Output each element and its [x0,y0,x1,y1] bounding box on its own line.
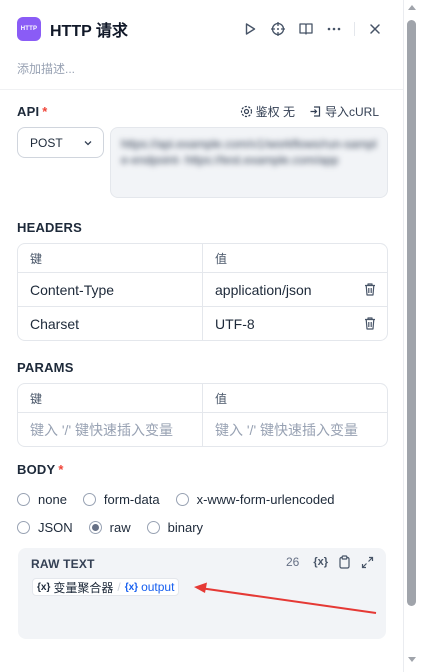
radio-label: raw [109,520,131,535]
more-icon[interactable] [320,15,348,43]
param-key-input[interactable]: 键入 '/' 键快速插入变量 [18,413,203,446]
clipboard-icon[interactable] [338,555,351,569]
api-section-label: API * [17,104,48,119]
radio-label: binary [167,520,204,535]
import-icon [310,106,321,117]
radio-form-data[interactable]: form-data [82,492,160,507]
scroll-down-arrow[interactable] [408,657,416,662]
url-value: https://api.example.com/v1/workflows/run… [121,137,377,167]
header-divider [0,89,403,90]
play-icon[interactable] [236,15,264,43]
radio-binary[interactable]: binary [146,520,204,535]
radio-json[interactable]: JSON [17,520,73,535]
variable-separator: / [117,580,121,594]
radio-x-www-form-urlencoded[interactable]: x-www-form-urlencoded [175,492,335,507]
method-select[interactable]: POST [17,127,104,158]
trash-icon[interactable] [363,282,377,297]
header-value-text: UTF-8 [215,315,255,332]
gear-icon [240,105,252,118]
http-app-icon: HTTP [17,17,41,41]
radio-circle [175,493,189,506]
key-column-header: 键 [18,384,203,412]
table-row: Charset UTF-8 [18,306,387,340]
radio-circle [17,493,30,506]
body-label: BODY [17,462,56,477]
node-config-panel: HTTP HTTP 请求 添加描述... API * 鉴权 无 导入cURL P… [0,0,404,672]
auth-label: 鉴权 无 [255,105,295,119]
header-value-cell[interactable]: UTF-8 [203,307,387,340]
body-section-label: BODY * [17,462,64,477]
auth-button[interactable]: 鉴权 无 [240,103,295,120]
variable-tag[interactable]: {x} 变量聚合器 / {x} output [32,578,180,596]
table-row: 键入 '/' 键快速插入变量 键入 '/' 键快速插入变量 [18,412,387,446]
description-input[interactable]: 添加描述... [17,60,75,77]
variable-output-icon: {x} [124,581,139,593]
variable-node-name: 变量聚合器 [53,580,114,595]
scroll-up-arrow[interactable] [408,5,416,10]
table-header-row: 键 值 [18,384,387,412]
import-curl-label: 导入cURL [324,105,379,119]
header-key-cell[interactable]: Content-Type [18,273,203,306]
body-type-row-2: JSON raw binary [17,520,219,535]
radio-label: form-data [103,492,160,507]
radio-circle [17,521,30,534]
header-value-cell[interactable]: application/json [203,273,387,306]
radio-label: none [38,492,67,507]
import-curl-button[interactable]: 导入cURL [309,103,379,120]
body-type-row-1: none form-data x-www-form-urlencoded [17,492,351,507]
radio-raw[interactable]: raw [88,520,131,535]
required-mark: * [42,104,48,119]
raw-text-title: RAW TEXT [31,557,95,571]
close-icon[interactable] [361,15,389,43]
book-icon[interactable] [292,15,320,43]
panel-header: HTTP HTTP 请求 [17,15,389,43]
radio-label: x-www-form-urlencoded [196,492,335,507]
trash-icon[interactable] [363,316,377,331]
key-column-header: 键 [18,244,203,272]
table-header-row: 键 值 [18,244,387,272]
radio-none[interactable]: none [17,492,67,507]
value-column-header: 值 [215,391,228,406]
scrollbar-thumb[interactable] [407,20,416,606]
char-count: 26 [285,555,300,569]
api-label: API [17,104,40,119]
annotation-arrow-icon [194,582,377,614]
variable-node-icon: {x} [37,581,51,593]
value-column-header: 值 [215,251,228,266]
params-table: 键 值 键入 '/' 键快速插入变量 键入 '/' 键快速插入变量 [17,383,388,447]
url-input[interactable]: https://api.example.com/v1/workflows/run… [110,127,388,198]
params-section-label: PARAMS [17,360,74,375]
panel-title: HTTP 请求 [50,23,128,40]
radio-circle [146,521,160,534]
radio-circle [82,493,96,506]
radio-circle-selected [88,521,102,534]
insert-variable-icon[interactable]: {x} [313,556,328,568]
raw-text-tools: 26 {x} [286,555,374,569]
method-value: POST [30,135,63,150]
header-actions [236,15,389,43]
api-tools: 鉴权 无 导入cURL [240,103,379,120]
headers-table: 键 值 Content-Type application/json Charse… [17,243,388,341]
table-row: Content-Type application/json [18,272,387,306]
header-separator [354,22,355,36]
chevron-down-icon [83,138,93,148]
radio-label: JSON [38,520,73,535]
target-icon[interactable] [264,15,292,43]
param-value-input[interactable]: 键入 '/' 键快速插入变量 [203,413,387,446]
header-key-cell[interactable]: Charset [18,307,203,340]
required-mark: * [58,462,64,477]
variable-output-name: output [141,580,175,594]
expand-icon[interactable] [361,556,374,569]
headers-section-label: HEADERS [17,220,82,235]
header-value-text: application/json [215,281,312,298]
